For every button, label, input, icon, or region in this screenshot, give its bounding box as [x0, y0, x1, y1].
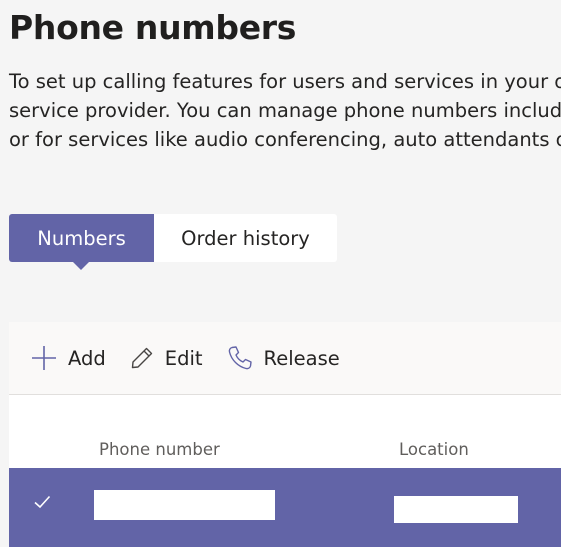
- add-label: Add: [68, 346, 106, 370]
- tab-list: Numbers Order history: [9, 214, 337, 270]
- toolbar: Add Edit Release: [9, 322, 561, 395]
- phone-number-cell: [94, 490, 275, 520]
- page-description: To set up calling features for users and…: [9, 67, 561, 154]
- numbers-panel: Add Edit Release Phone number Location: [9, 322, 561, 547]
- tab-numbers[interactable]: Numbers: [9, 214, 154, 270]
- edit-button[interactable]: Edit: [130, 338, 203, 378]
- checkmark-icon[interactable]: [32, 492, 52, 512]
- tab-order-history[interactable]: Order history: [154, 214, 337, 262]
- phone-icon: [228, 346, 252, 370]
- phone-numbers-page: Phone numbers To set up calling features…: [0, 0, 561, 547]
- release-button[interactable]: Release: [227, 338, 340, 378]
- location-cell: [394, 496, 518, 523]
- pencil-icon: [131, 347, 152, 369]
- description-line: or for services like audio conferencing,…: [9, 128, 561, 151]
- column-header-location[interactable]: Location: [399, 440, 469, 459]
- description-line: To set up calling features for users and…: [9, 70, 561, 93]
- page-title: Phone numbers: [9, 8, 297, 47]
- description-line: service provider. You can manage phone n…: [9, 99, 561, 122]
- column-header-phone-number[interactable]: Phone number: [99, 440, 220, 459]
- add-button[interactable]: Add: [31, 338, 106, 378]
- table-row[interactable]: [9, 468, 561, 547]
- release-label: Release: [263, 346, 340, 370]
- plus-icon: [32, 346, 56, 370]
- edit-label: Edit: [164, 346, 203, 370]
